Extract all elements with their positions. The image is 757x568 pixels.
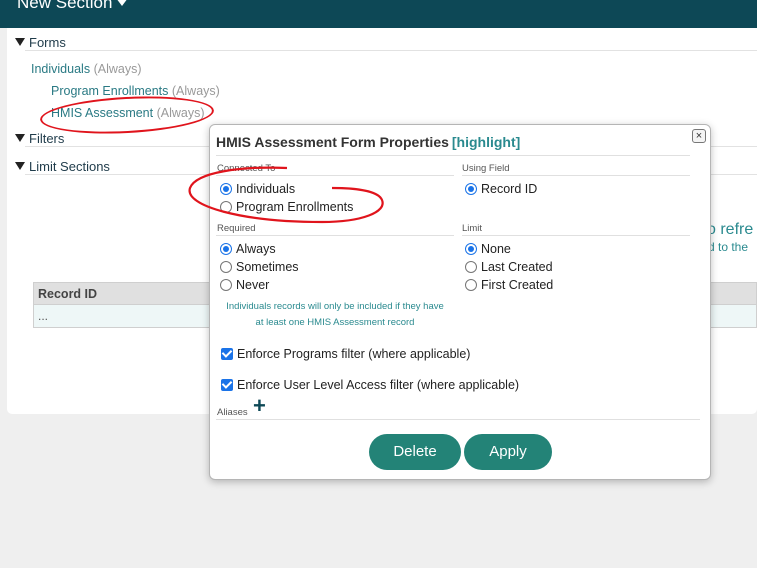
close-icon[interactable]: ×: [692, 129, 706, 143]
note-line: at least one HMIS Assessment record: [255, 317, 415, 328]
radio-unselected-icon: [465, 261, 477, 273]
section-title-dropdown[interactable]: New Section: [17, 0, 129, 13]
tree-item-individuals[interactable]: Individuals (Always): [31, 62, 141, 76]
radio-unselected-icon: [465, 279, 477, 291]
divider: [216, 235, 454, 236]
using-field-label: Using Field: [462, 163, 510, 174]
note-line: Individuals records will only be include…: [226, 301, 444, 312]
dialog-title: HMIS Assessment Form Properties [highligh…: [216, 134, 520, 150]
filters-label: Filters: [29, 131, 65, 146]
option-label: First Created: [481, 278, 554, 292]
option-label: Sometimes: [236, 260, 299, 274]
triangle-down-icon: [15, 38, 25, 46]
radio-selected-icon: [465, 243, 477, 255]
checkbox-checked-icon: [221, 348, 233, 360]
radio-unselected-icon: [220, 279, 232, 291]
section-title: New Section: [17, 0, 113, 12]
tree-item-suffix: (Always): [171, 84, 220, 98]
limit-sections-label: Limit Sections: [29, 159, 110, 174]
required-sometimes-radio[interactable]: Sometimes: [220, 260, 299, 274]
divider: [462, 175, 690, 176]
radio-selected-icon: [465, 183, 477, 195]
option-label: Always: [236, 242, 276, 256]
forms-section-header[interactable]: Forms: [15, 35, 66, 50]
apply-button[interactable]: Apply: [464, 434, 552, 470]
caret-down-icon: [116, 0, 129, 6]
required-note: Individuals records will only be include…: [220, 299, 450, 331]
add-alias-icon[interactable]: +: [253, 395, 266, 417]
limit-sections-header[interactable]: Limit Sections: [15, 159, 110, 174]
annotation-scribble-connected-to: [188, 166, 384, 224]
filters-section-header[interactable]: Filters: [15, 131, 64, 146]
refresh-link-fragment[interactable]: o refre: [707, 221, 753, 239]
top-header-bar: New Section: [0, 0, 757, 28]
checkbox-checked-icon: [221, 379, 233, 391]
added-text-fragment: d to the: [708, 240, 749, 254]
tree-item-suffix: (Always): [93, 62, 142, 76]
enforce-programs-checkbox[interactable]: Enforce Programs filter (where applicabl…: [221, 347, 470, 361]
option-label: Last Created: [481, 260, 553, 274]
divider: [462, 235, 690, 236]
limit-none-radio[interactable]: None: [465, 242, 511, 256]
checkbox-label: Enforce User Level Access filter (where …: [237, 378, 520, 392]
aliases-label: Aliases: [217, 407, 248, 418]
divider: [25, 50, 757, 51]
limit-label: Limit: [462, 223, 483, 234]
option-label: Never: [236, 278, 270, 292]
forms-label: Forms: [29, 35, 66, 50]
radio-unselected-icon: [220, 261, 232, 273]
tree-item-label: Individuals: [31, 62, 91, 76]
required-never-radio[interactable]: Never: [220, 278, 269, 292]
triangle-down-icon: [15, 162, 25, 170]
radio-selected-icon: [220, 243, 232, 255]
using-field-record-id-radio[interactable]: Record ID: [465, 182, 537, 196]
divider: [216, 419, 700, 420]
enforce-user-level-checkbox[interactable]: Enforce User Level Access filter (where …: [221, 378, 519, 392]
option-label: None: [481, 242, 511, 256]
limit-first-created-radio[interactable]: First Created: [465, 278, 553, 292]
limit-last-created-radio[interactable]: Last Created: [465, 260, 553, 274]
checkbox-label: Enforce Programs filter (where applicabl…: [237, 347, 471, 361]
title-divider: [216, 155, 690, 156]
triangle-down-icon: [15, 134, 25, 142]
highlight-link[interactable]: [highlight]: [452, 134, 520, 150]
dialog-title-text: HMIS Assessment Form Properties: [216, 134, 449, 150]
option-label: Record ID: [481, 182, 538, 196]
required-always-radio[interactable]: Always: [220, 242, 276, 256]
delete-button[interactable]: Delete: [369, 434, 461, 470]
